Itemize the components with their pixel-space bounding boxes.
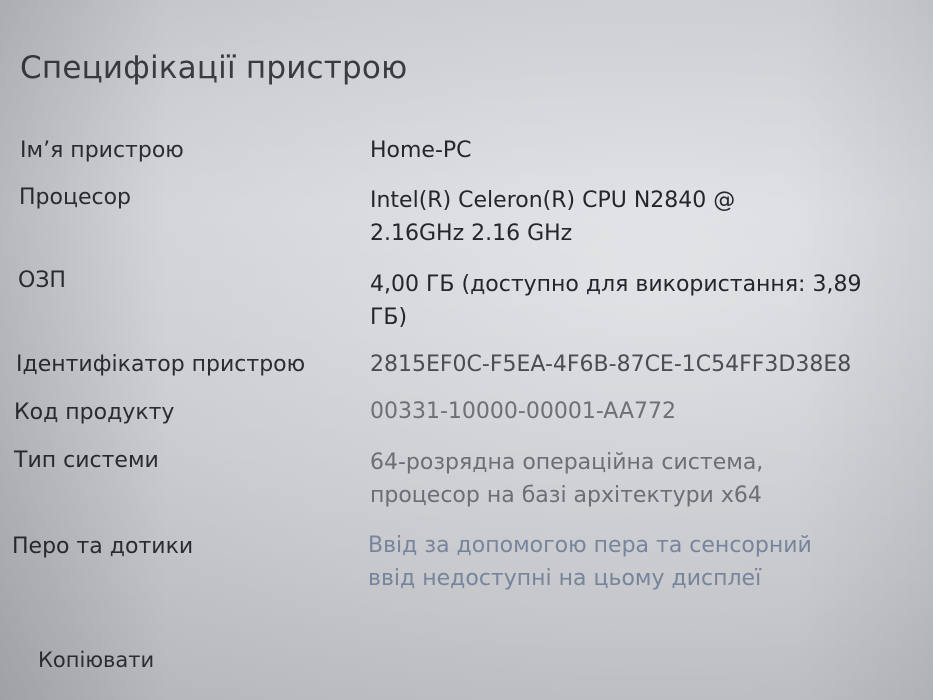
spec-label-device-id: Ідентифікатор пристрою	[16, 352, 306, 377]
spec-label-device-name: Ім’я пристрою	[20, 138, 184, 163]
spec-value-line: 2815EF0C-F5EA-4F6B-87CE-1C54FF3D38E8	[370, 352, 852, 377]
spec-value-line: 00331-10000-00001-AA772	[370, 399, 676, 424]
spec-value-ram: 4,00 ГБ (доступно для використання: 3,89…	[370, 268, 861, 334]
spec-label-ram: ОЗП	[18, 268, 66, 293]
spec-value-system-type: 64-розрядна операційна система, процесор…	[370, 446, 763, 512]
page-title: Специфікації пристрою	[20, 50, 408, 86]
spec-value-line: 4,00 ГБ (доступно для використання: 3,89	[370, 272, 862, 297]
spec-value-line: ввід недоступні на цьому дисплеї	[368, 566, 762, 591]
device-specifications-panel: Специфікації пристрою Ім’я пристрою Home…	[0, 0, 933, 700]
spec-value-line: Home-PC	[370, 138, 472, 163]
spec-value-line: 2.16GHz 2.16 GHz	[370, 221, 573, 246]
spec-value-line: процесор на базі архітектури x64	[370, 483, 762, 508]
spec-value-processor: Intel(R) Celeron(R) CPU N2840 @ 2.16GHz …	[370, 184, 735, 250]
spec-label-pen-and-touch: Перо та дотики	[12, 534, 194, 559]
spec-value-device-name: Home-PC	[370, 134, 472, 167]
spec-value-line: Intel(R) Celeron(R) CPU N2840 @	[370, 188, 736, 213]
spec-value-device-id: 2815EF0C-F5EA-4F6B-87CE-1C54FF3D38E8	[370, 348, 851, 381]
spec-value-line: ГБ)	[370, 305, 408, 330]
spec-value-pen-and-touch: Ввід за допомогою пера та сенсорний ввід…	[368, 529, 812, 595]
spec-value-line: 64-розрядна операційна система,	[370, 450, 764, 475]
spec-label-system-type: Тип системи	[14, 448, 159, 473]
copy-button[interactable]: Копіювати	[38, 648, 154, 672]
spec-value-product-id: 00331-10000-00001-AA772	[370, 395, 676, 428]
spec-value-line: Ввід за допомогою пера та сенсорний	[368, 533, 812, 558]
spec-label-product-id: Код продукту	[14, 400, 175, 425]
spec-label-processor: Процесор	[19, 185, 131, 210]
